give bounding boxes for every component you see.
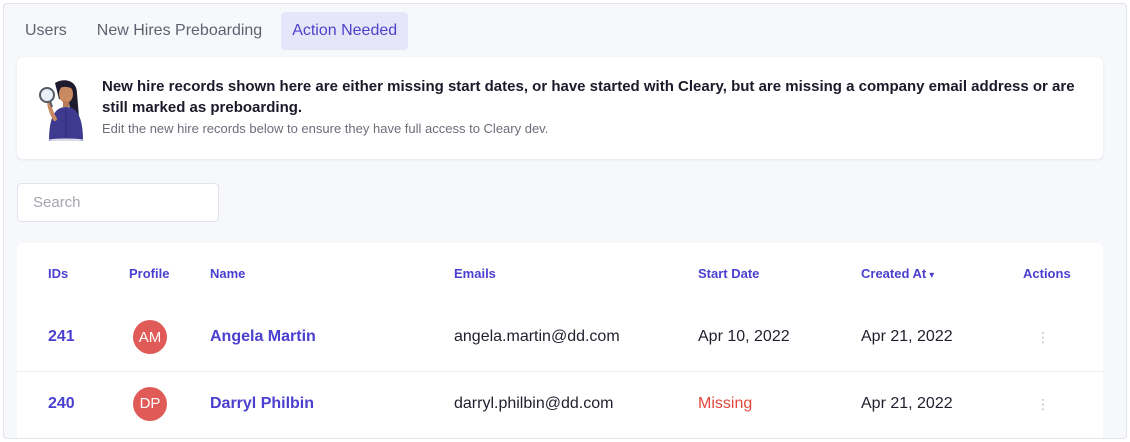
more-actions-icon[interactable]: ⋮ [1036, 329, 1050, 345]
row-email: darryl.philbin@dd.com [454, 394, 614, 412]
table-row[interactable]: 240 DP Darryl Philbin darryl.philbin@dd.… [17, 371, 1103, 435]
tab-bar: Users New Hires Preboarding Action Neede… [14, 12, 416, 50]
row-id[interactable]: 241 [48, 328, 75, 346]
created-at-label: Created At [861, 266, 927, 281]
column-header-created-at[interactable]: Created At ▾ [861, 266, 934, 281]
row-start-date-missing: Missing [698, 394, 753, 412]
search-input[interactable] [17, 183, 219, 222]
column-header-profile[interactable]: Profile [129, 266, 169, 281]
column-header-ids[interactable]: IDs [48, 266, 68, 281]
row-start-date: Apr 10, 2022 [698, 328, 790, 345]
info-banner: New hire records shown here are either m… [17, 57, 1103, 159]
row-created-at: Apr 21, 2022 [861, 328, 953, 345]
column-header-emails[interactable]: Emails [454, 266, 496, 281]
row-email: angela.martin@dd.com [454, 328, 620, 345]
new-hires-table: IDs Profile Name Emails Start Date Creat… [17, 243, 1103, 438]
row-id[interactable]: 240 [48, 395, 75, 413]
row-name-link[interactable]: Darryl Philbin [210, 395, 314, 413]
row-name-link[interactable]: Angela Martin [210, 328, 316, 346]
avatar: DP [133, 386, 167, 421]
column-header-start-date[interactable]: Start Date [698, 266, 759, 281]
tab-users[interactable]: Users [14, 12, 78, 50]
more-actions-icon[interactable]: ⋮ [1036, 396, 1050, 412]
table-row[interactable]: 241 AM Angela Martin angela.martin@dd.co… [17, 305, 1103, 369]
sort-descending-icon: ▾ [929, 270, 935, 281]
column-header-name[interactable]: Name [210, 266, 245, 281]
tab-action-needed[interactable]: Action Needed [281, 12, 409, 50]
column-header-actions: Actions [1023, 266, 1071, 281]
tab-new-hires-preboarding[interactable]: New Hires Preboarding [86, 12, 273, 50]
avatar: AM [133, 320, 167, 354]
woman-with-magnifier-illustration [35, 77, 91, 142]
banner-subtitle: Edit the new hire records below to ensur… [102, 121, 549, 136]
row-created-at: Apr 21, 2022 [861, 394, 953, 412]
page-frame: Users New Hires Preboarding Action Neede… [3, 3, 1127, 439]
banner-title: New hire records shown here are either m… [102, 78, 1075, 116]
